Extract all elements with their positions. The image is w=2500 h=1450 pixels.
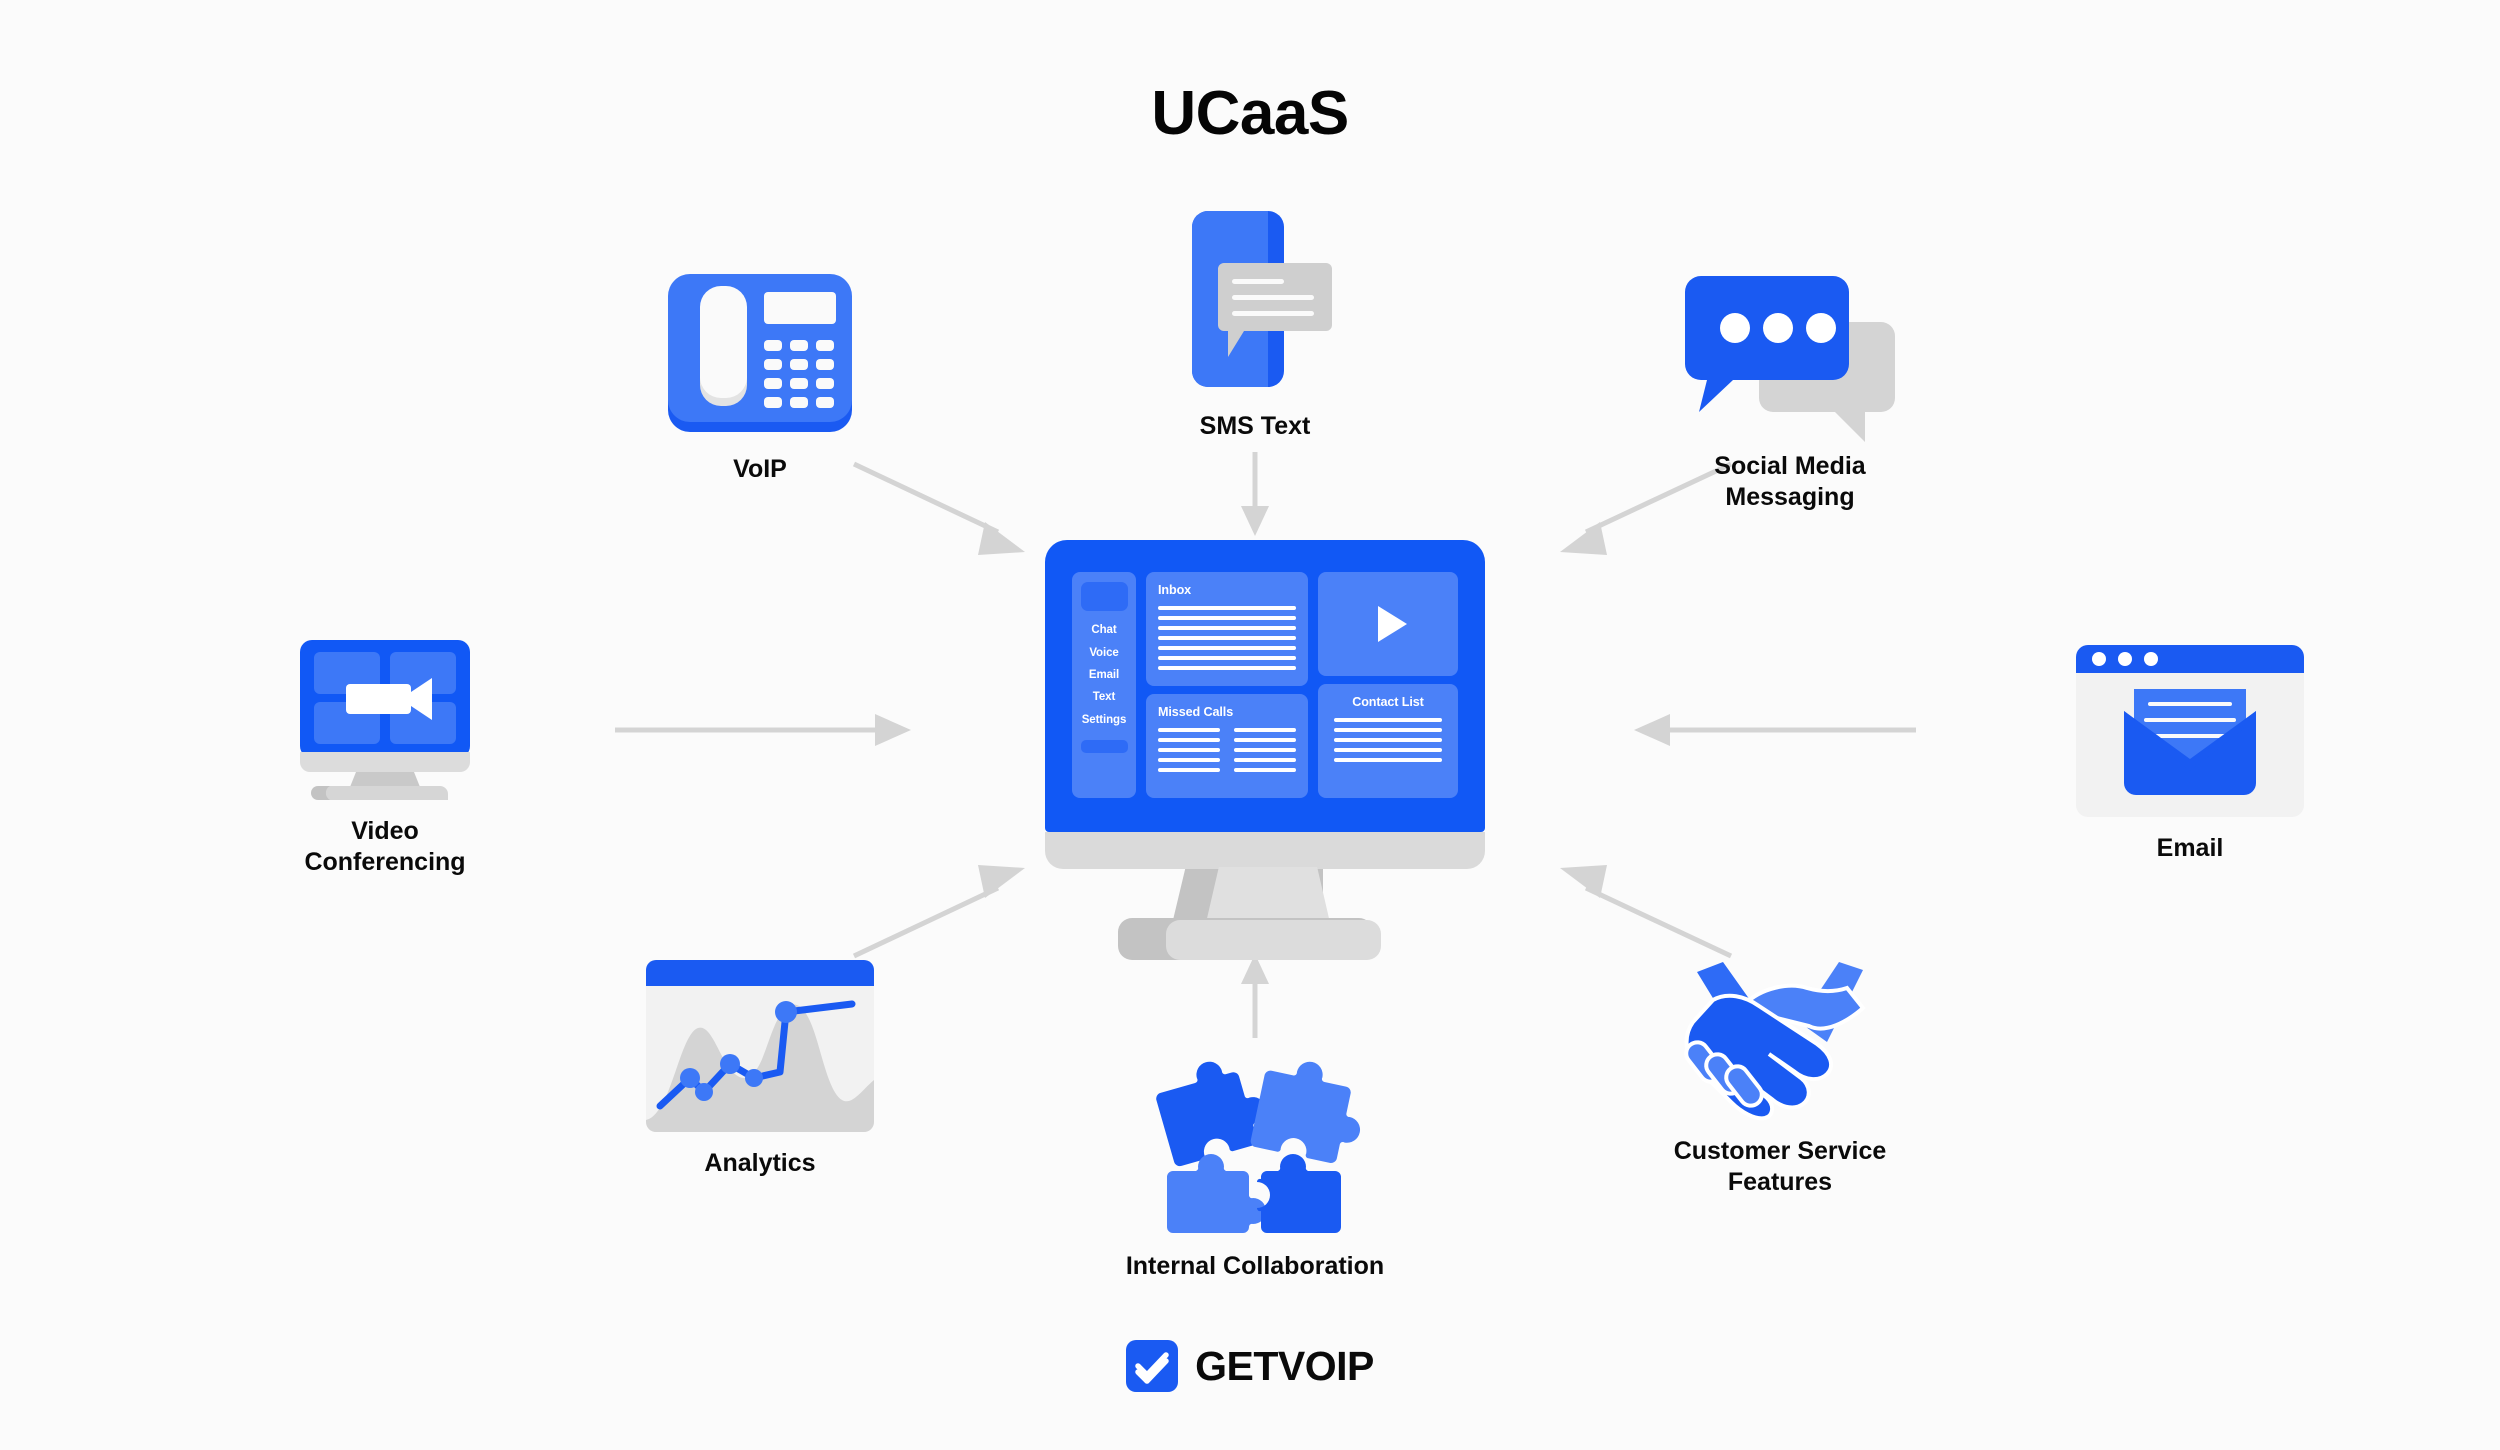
placeholder-line [1158,727,1220,732]
node-internal-collaboration[interactable]: Internal Collaboration [1125,1055,1385,1282]
node-customer-service-features[interactable]: Customer Service Features [1660,960,1900,1197]
analytics-chart-icon [646,960,874,1132]
monitor-screen: Chat Voice Email Text Settings Inbox Mis… [1045,540,1485,832]
node-analytics-label: Analytics [704,1149,816,1177]
contact-list-lines [1334,718,1442,762]
placeholder-line [1234,727,1296,732]
missed-calls-panel[interactable]: Missed Calls [1146,693,1308,798]
ucaas-dashboard-monitor[interactable]: Chat Voice Email Text Settings Inbox Mis… [1045,540,1485,960]
sidebar-item-voice[interactable]: Voice [1089,647,1118,659]
desk-phone-icon [664,270,856,438]
monitor-bezel [1045,832,1485,869]
placeholder-line [1234,767,1296,772]
placeholder-line [1158,606,1296,610]
placeholder-line [1334,728,1442,732]
dashboard-ui: Chat Voice Email Text Settings Inbox Mis… [1072,572,1458,798]
node-email-label: Email [2156,834,2224,862]
brand-name: GETVOIP [1195,1342,1374,1389]
node-customer-service-features-label: Customer Service Features [1673,1137,1887,1196]
arrow-email-to-center [1630,710,1920,750]
video-monitor-icon [290,640,480,800]
missed-calls-right-lines [1234,727,1296,772]
arrow-video-to-center [615,710,915,750]
arrow-voip-to-center [850,460,1060,570]
arrow-sms-to-center [1235,452,1275,538]
video-player-panel[interactable] [1318,572,1458,676]
placeholder-line [1158,636,1296,640]
monitor-base [1166,920,1381,960]
inbox-panel-title: Inbox [1158,583,1192,597]
brand-logo[interactable]: GETVOIP [0,1340,2500,1392]
node-sms-text[interactable]: SMS Text [1155,205,1355,442]
inbox-placeholder-lines [1158,606,1296,670]
placeholder-line [1158,767,1220,772]
missed-calls-columns [1158,727,1296,772]
placeholder-line [1158,626,1296,630]
placeholder-line [1158,646,1296,650]
missed-calls-panel-title: Missed Calls [1158,704,1234,719]
node-voip-label: VoIP [733,455,787,483]
placeholder-line [1234,757,1296,762]
dashboard-main-column: Inbox Missed Calls [1146,572,1308,798]
node-voip[interactable]: VoIP [660,270,860,485]
dashboard-right-column: Contact List [1318,572,1458,798]
puzzle-pieces-icon [1155,1055,1361,1235]
sidebar-item-settings[interactable]: Settings [1082,714,1127,726]
placeholder-line [1334,748,1442,752]
chat-bubbles-icon [1685,270,1895,442]
node-social-media-messaging-label: Social Media Messaging [1714,452,1866,511]
phone-message-icon [1180,205,1332,395]
arrow-collab-to-center [1235,950,1275,1040]
email-window-icon [2076,645,2304,817]
sidebar-item-chat[interactable]: Chat [1091,624,1116,636]
placeholder-line [1158,757,1220,762]
placeholder-line [1158,666,1296,670]
page-title: UCaaS [1151,79,1349,148]
placeholder-line [1334,718,1442,722]
dashboard-sidebar[interactable]: Chat Voice Email Text Settings [1072,572,1136,798]
placeholder-line [1234,747,1296,752]
node-sms-text-label: SMS Text [1199,412,1311,440]
play-icon[interactable] [1377,606,1407,642]
placeholder-line [1334,738,1442,742]
sidebar-item-email[interactable]: Email [1089,669,1119,681]
node-email[interactable]: Email [2070,645,2310,864]
placeholder-line [1158,747,1220,752]
node-analytics[interactable]: Analytics [645,960,875,1179]
arrow-support-to-center [1520,850,1735,960]
node-internal-collaboration-label: Internal Collaboration [1125,1252,1385,1280]
contact-list-panel[interactable]: Contact List [1318,684,1458,798]
sidebar-logo-chip [1080,582,1128,611]
double-check-icon [1126,1340,1179,1392]
node-video-conferencing[interactable]: Video Conferencing [270,640,500,877]
missed-calls-left-lines [1158,727,1220,772]
sidebar-item-text[interactable]: Text [1093,691,1116,703]
infographic-canvas: UCaaS VoIP SMS Text Social Media Messagi… [0,0,2500,1450]
arrow-analytics-to-center [850,850,1060,960]
placeholder-line [1158,616,1296,620]
inbox-panel[interactable]: Inbox [1146,572,1308,686]
handshake-icon [1649,960,1911,1121]
node-video-conferencing-label: Video Conferencing [304,817,466,876]
node-social-media-messaging[interactable]: Social Media Messaging [1680,270,1900,512]
placeholder-line [1334,758,1442,762]
sidebar-bottom-chip [1080,739,1128,753]
placeholder-line [1158,656,1296,660]
placeholder-line [1234,737,1296,742]
contact-list-panel-title: Contact List [1352,695,1424,709]
placeholder-line [1158,737,1220,742]
